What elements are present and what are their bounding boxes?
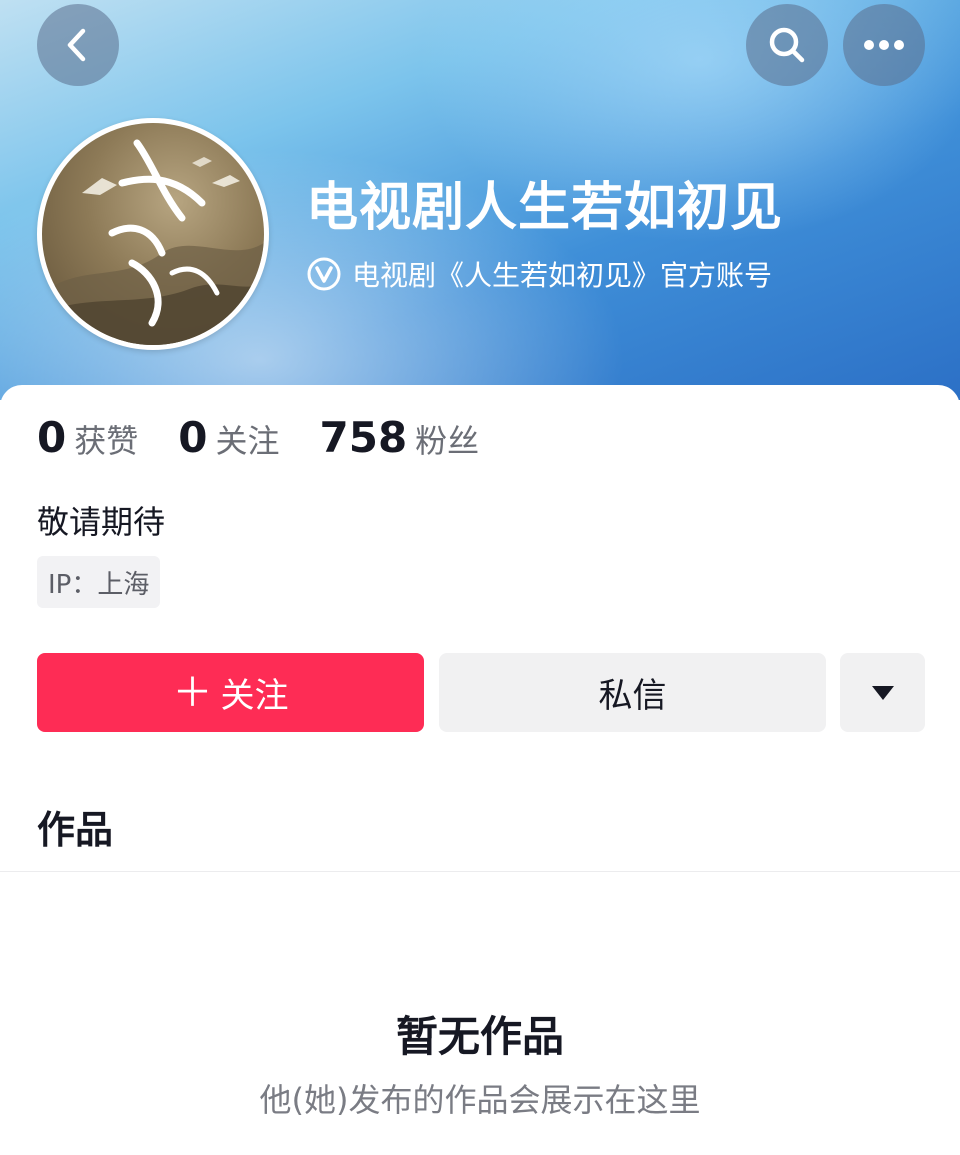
back-button[interactable] — [37, 4, 119, 86]
tab-divider — [0, 871, 960, 872]
follow-button[interactable]: ＋ 关注 — [37, 653, 424, 732]
stat-likes-label: 获赞 — [74, 422, 139, 460]
stats-row: 0 获赞 0 关注 758 粉丝 — [37, 413, 519, 477]
search-icon — [769, 27, 805, 63]
stat-likes[interactable]: 0 获赞 — [37, 413, 138, 462]
chevron-left-icon — [67, 28, 86, 62]
profile-bio: 敬请期待 — [37, 503, 166, 541]
profile-card: 0 获赞 0 关注 758 粉丝 敬请期待 IP：上海 ＋ 关注 私信 作品 暂… — [0, 385, 960, 1155]
stat-following[interactable]: 0 关注 — [178, 413, 279, 462]
verified-badge-icon — [307, 257, 341, 291]
tab-works[interactable]: 作品 — [37, 799, 113, 854]
more-horizontal-icon — [864, 40, 904, 50]
plus-icon: ＋ — [172, 669, 213, 716]
verification-row: 电视剧《人生若如初见》官方账号 — [306, 252, 772, 296]
stat-followers-value: 758 — [319, 413, 408, 462]
ip-location-tag: IP：上海 — [37, 556, 161, 608]
follow-label: 关注 — [220, 676, 289, 716]
empty-state-subtitle: 他(她)发布的作品会展示在这里 — [259, 1081, 701, 1119]
verification-text: 电视剧《人生若如初见》官方账号 — [352, 259, 773, 292]
stat-likes-value: 0 — [37, 413, 67, 462]
search-button[interactable] — [746, 4, 828, 86]
stat-following-value: 0 — [178, 413, 208, 462]
profile-name: 电视剧人生若如初见 — [306, 178, 784, 238]
stat-following-label: 关注 — [215, 422, 280, 460]
stat-followers[interactable]: 758 粉丝 — [320, 413, 480, 462]
stat-followers-label: 粉丝 — [415, 422, 480, 460]
avatar-image — [42, 123, 264, 345]
message-button[interactable]: 私信 — [439, 653, 826, 732]
caret-down-icon — [871, 685, 894, 700]
message-label: 私信 — [598, 676, 667, 716]
more-button[interactable] — [843, 4, 925, 86]
empty-state-title: 暂无作品 — [395, 1012, 564, 1061]
recommend-dropdown-button[interactable] — [840, 653, 925, 732]
avatar[interactable] — [37, 118, 269, 350]
